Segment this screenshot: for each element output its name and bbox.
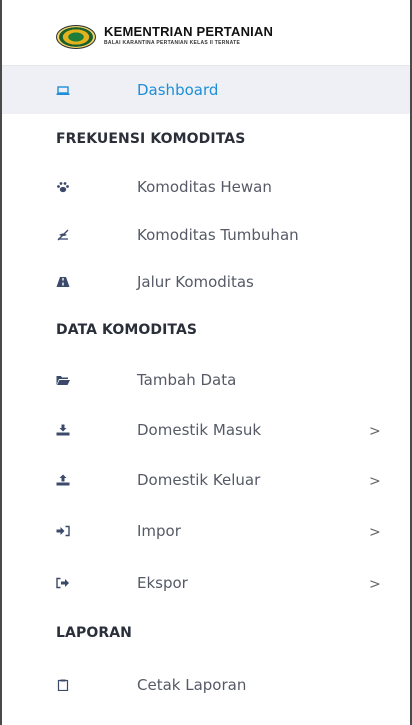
- sidebar-item-komoditas-hewan[interactable]: Komoditas Hewan: [2, 163, 410, 211]
- paw-icon: [56, 181, 70, 193]
- brand-title: KEMENTRIAN PERTANIAN: [104, 24, 274, 39]
- section-heading-frekuensi: FREKUENSI KOMODITAS: [56, 131, 246, 147]
- sign-in-icon: [56, 525, 70, 537]
- sidebar-item-jalur-komoditas[interactable]: Jalur Komoditas: [2, 258, 410, 306]
- sidebar-item-label: Tambah Data: [137, 371, 237, 389]
- sidebar-item-label: Dashboard: [137, 81, 219, 99]
- sidebar-item-tambah-data[interactable]: Tambah Data: [2, 356, 410, 404]
- sidebar-item-label: Jalur Komoditas: [137, 273, 254, 291]
- sidebar-item-domestik-masuk[interactable]: Domestik Masuk >: [2, 406, 410, 454]
- brand-subtitle: BALAI KARANTINA PERTANIAN KELAS II TERNA…: [104, 40, 241, 46]
- upload-icon: [56, 474, 70, 486]
- sidebar-item-label: Impor: [137, 522, 181, 540]
- folder-open-icon: [56, 374, 70, 386]
- section-heading-data-komoditas: DATA KOMODITAS: [56, 322, 198, 338]
- ministry-logo: [56, 25, 96, 49]
- chevron-right-icon: >: [369, 524, 381, 541]
- sidebar-item-cetak-laporan[interactable]: Cetak Laporan: [2, 661, 410, 709]
- brand-header[interactable]: KEMENTRIAN PERTANIAN BALAI KARANTINA PER…: [2, 0, 410, 66]
- chevron-right-icon: >: [369, 423, 381, 440]
- sidebar: KEMENTRIAN PERTANIAN BALAI KARANTINA PER…: [0, 0, 412, 725]
- sidebar-item-label: Komoditas Hewan: [137, 178, 272, 196]
- road-icon: [56, 276, 70, 288]
- laptop-icon: [56, 84, 70, 96]
- clipboard-icon: [56, 679, 70, 691]
- sidebar-item-label: Cetak Laporan: [137, 676, 247, 694]
- sidebar-item-komoditas-tumbuhan[interactable]: Komoditas Tumbuhan: [2, 211, 410, 259]
- chevron-right-icon: >: [369, 576, 381, 593]
- sidebar-item-label: Ekspor: [137, 574, 188, 592]
- sidebar-item-label: Domestik Masuk: [137, 421, 262, 439]
- sign-out-icon: [56, 577, 70, 589]
- sidebar-item-label: Komoditas Tumbuhan: [137, 226, 299, 244]
- sidebar-item-domestik-keluar[interactable]: Domestik Keluar >: [2, 456, 410, 504]
- section-heading-laporan: LAPORAN: [56, 625, 132, 641]
- chevron-right-icon: >: [369, 473, 381, 490]
- sidebar-item-dashboard[interactable]: Dashboard: [2, 66, 410, 114]
- sidebar-item-label: Domestik Keluar: [137, 471, 261, 489]
- download-icon: [56, 424, 70, 436]
- sidebar-item-ekspor[interactable]: Ekspor >: [2, 559, 410, 607]
- sidebar-item-impor[interactable]: Impor >: [2, 507, 410, 555]
- leaf-icon: [56, 229, 70, 241]
